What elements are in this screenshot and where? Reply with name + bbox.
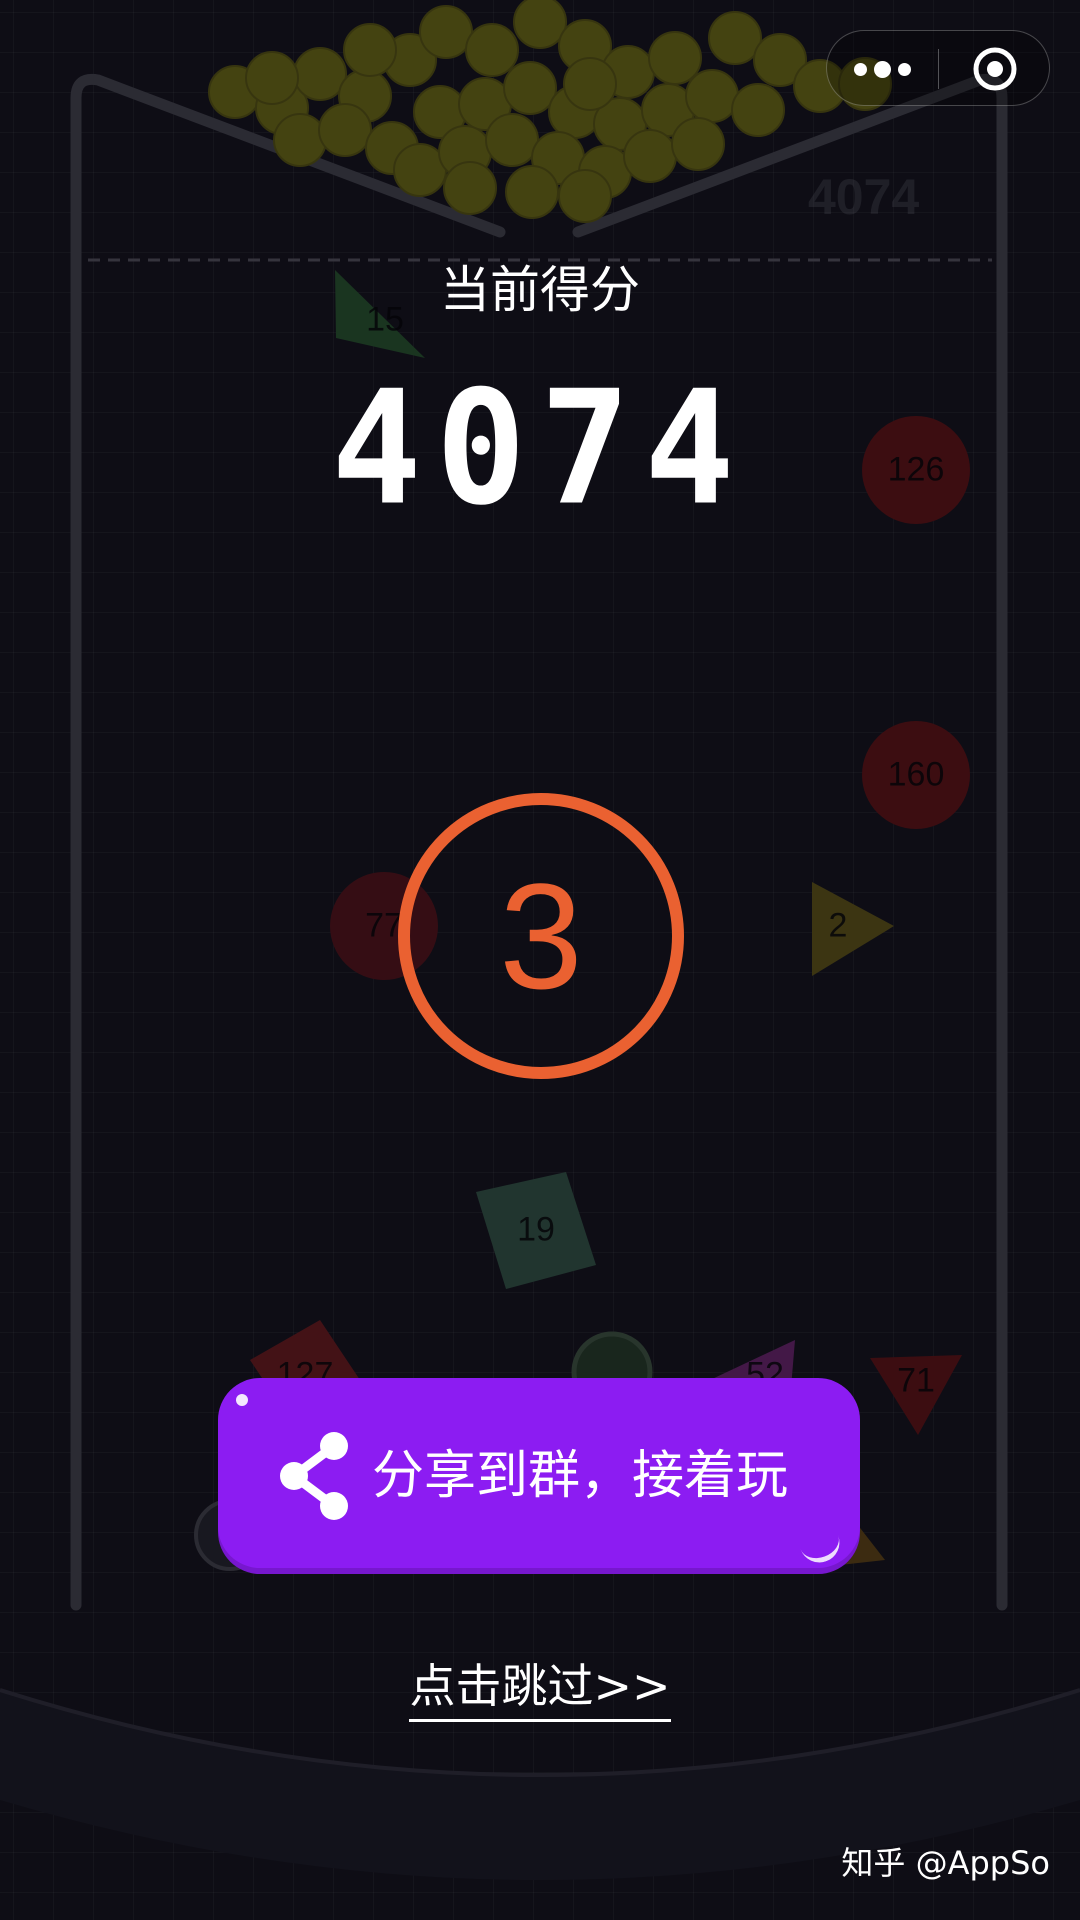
more-dots-icon: [853, 60, 911, 78]
share-to-group-button[interactable]: 分享到群，接着玩: [218, 1378, 860, 1574]
miniprogram-capsule: [826, 30, 1050, 106]
watermark: 知乎 @AppSo: [841, 1844, 1050, 1882]
more-button[interactable]: [827, 31, 937, 107]
countdown-number: 3: [499, 851, 583, 1020]
skip-link[interactable]: 点击跳过>>: [409, 1659, 671, 1722]
game-stage: 4074 15 126 160 77 2 19 127 52 71: [0, 0, 1080, 1920]
target-close-icon: [973, 47, 1017, 91]
button-gloss: [798, 1530, 846, 1569]
close-button[interactable]: [940, 31, 1050, 107]
skip-link-row: 点击跳过>>: [0, 1650, 1080, 1722]
score-value: 4074: [331, 357, 749, 541]
share-button-label: 分享到群，接着玩: [372, 1446, 789, 1506]
share-icon: [280, 1432, 348, 1520]
score-title: 当前得分: [440, 261, 640, 319]
capsule-divider: [938, 49, 939, 89]
button-gloss: [236, 1394, 248, 1406]
